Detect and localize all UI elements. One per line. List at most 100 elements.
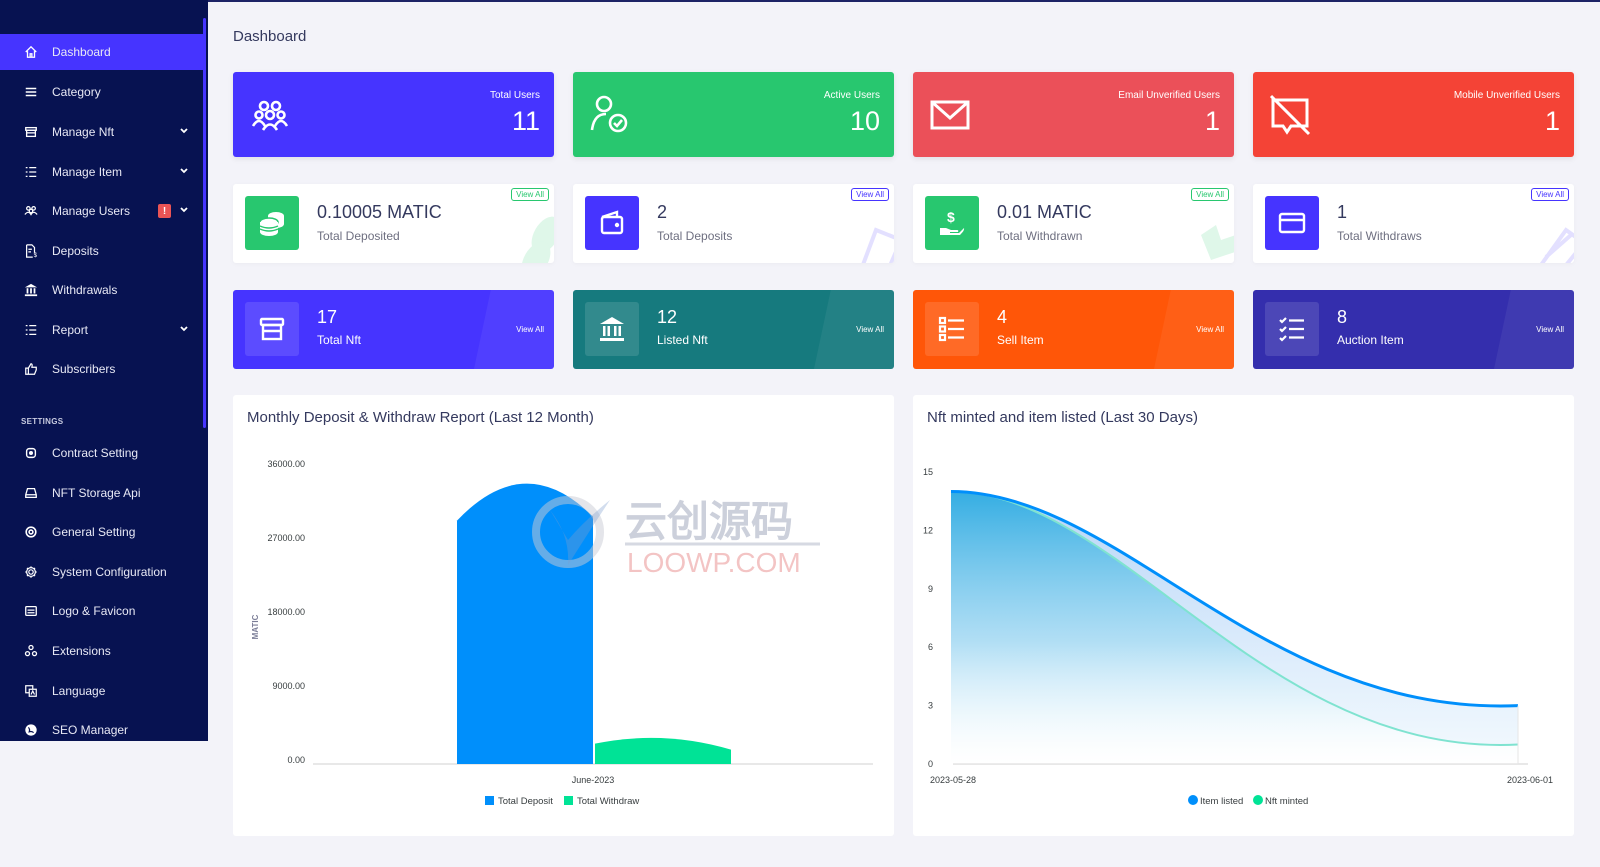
stat-card-total-withdrawn: $ 0.01 MATIC Total Withdrawn View All <box>913 184 1234 263</box>
stat-label: Listed Nft <box>657 333 708 347</box>
stat-label: Total Deposits <box>657 229 733 243</box>
sidebar-item-label: Dashboard <box>52 45 111 59</box>
legend-label[interactable]: Total Withdraw <box>577 796 639 807</box>
svg-text:$: $ <box>34 252 38 258</box>
stat-value: 1 <box>1204 106 1220 136</box>
stat-card-mobile-unverified-users[interactable]: Mobile Unverified Users 1 <box>1253 72 1574 157</box>
y-tick-label: 3 <box>928 701 933 711</box>
x-tick-label: June-2023 <box>572 775 615 785</box>
sidebar-item-label: Contract Setting <box>52 446 139 460</box>
bar-total-deposit[interactable] <box>457 483 593 764</box>
coins-icon <box>245 196 299 250</box>
view-all-button[interactable]: View All <box>851 188 889 201</box>
x-tick-label: 2023-05-28 <box>930 775 976 785</box>
stat-card-total-users[interactable]: Total Users 11 <box>233 72 554 157</box>
svg-text:$: $ <box>947 209 955 225</box>
view-all-button[interactable]: View All <box>1531 188 1569 201</box>
stat-label: Total Nft <box>317 333 362 347</box>
stat-value: 12 <box>657 307 678 327</box>
chevron-down-icon[interactable] <box>179 205 189 215</box>
thumbs-up-icon <box>22 360 40 378</box>
view-all-link[interactable]: View All <box>516 325 544 334</box>
store-icon <box>245 302 299 356</box>
sidebar-item-report[interactable]: Report <box>0 312 205 348</box>
sidebar-item-dashboard[interactable]: Dashboard <box>0 34 205 70</box>
stat-label: Total Withdraws <box>1337 229 1422 243</box>
sidebar-item-manage-nft[interactable]: Manage Nft <box>0 114 205 150</box>
sidebar-item-logo-favicon[interactable]: Logo & Favicon <box>0 593 205 629</box>
sidebar-item-manage-users[interactable]: Manage Users ! <box>0 193 205 229</box>
gear-icon <box>22 563 40 581</box>
user-check-icon <box>590 95 628 133</box>
bar-total-withdraw[interactable] <box>595 737 731 764</box>
life-ring-icon <box>22 523 40 541</box>
globe-icon <box>22 721 40 739</box>
stat-card-total-withdraws: 1 Total Withdraws View All <box>1253 184 1574 263</box>
sidebar-item-deposits[interactable]: $ Deposits <box>0 233 205 269</box>
sidebar-item-label: Report <box>52 323 89 337</box>
sidebar-item-general-setting[interactable]: General Setting <box>0 514 205 550</box>
legend-marker-nft-minted <box>1253 795 1263 805</box>
sidebar-item-label: System Configuration <box>52 565 167 579</box>
sidebar-item-withdrawals[interactable]: Withdrawals <box>0 272 205 308</box>
stat-label: Sell Item <box>997 333 1044 347</box>
legend-label[interactable]: Total Deposit <box>498 796 553 807</box>
menu-icon <box>22 83 40 101</box>
stat-card-sell-item: 4 Sell Item View All <box>913 290 1234 369</box>
sidebar-item-extensions[interactable]: Extensions <box>0 633 205 669</box>
stat-label: Auction Item <box>1337 333 1404 347</box>
stat-card-total-deposits: 2 Total Deposits View All <box>573 184 894 263</box>
chevron-down-icon[interactable] <box>179 126 189 136</box>
list-icon <box>22 321 40 339</box>
hdd-icon <box>22 484 40 502</box>
sidebar-item-label: Extensions <box>52 644 111 658</box>
view-all-link[interactable]: View All <box>1196 325 1224 334</box>
stat-card-auction-item: 8 Auction Item View All <box>1253 290 1574 369</box>
legend-marker-item-listed <box>1188 795 1198 805</box>
sidebar-item-subscribers[interactable]: Subscribers <box>0 351 205 387</box>
chevron-down-icon[interactable] <box>179 166 189 176</box>
list-icon <box>22 163 40 181</box>
sidebar-item-label: Manage Users <box>52 204 131 218</box>
view-all-link[interactable]: View All <box>1536 325 1564 334</box>
list-icon <box>925 302 979 356</box>
stat-value: 0.10005 MATIC <box>317 202 442 222</box>
sidebar-item-category[interactable]: Category <box>0 74 205 110</box>
stat-card-email-unverified-users[interactable]: Email Unverified Users 1 <box>913 72 1234 157</box>
view-all-link[interactable]: View All <box>856 325 884 334</box>
stat-value: 8 <box>1337 307 1348 327</box>
stat-card-total-deposited: 0.10005 MATIC Total Deposited View All <box>233 184 554 263</box>
stat-card-active-users[interactable]: Active Users 10 <box>573 72 894 157</box>
legend-label[interactable]: Nft minted <box>1265 796 1308 807</box>
stat-label: Total Withdrawn <box>997 229 1083 243</box>
view-all-button[interactable]: View All <box>511 188 549 201</box>
legend-marker-total-withdraw <box>564 796 573 805</box>
wallet-icon <box>585 196 639 250</box>
stat-label: Active Users <box>823 90 880 101</box>
wallet-icon <box>861 227 894 263</box>
sidebar-item-nft-storage-api[interactable]: NFT Storage Api <box>0 475 205 511</box>
y-tick-label: 9 <box>928 584 933 594</box>
legend-label[interactable]: Item listed <box>1200 796 1243 807</box>
sidebar-item-language[interactable]: Language <box>0 673 205 709</box>
chevron-down-icon[interactable] <box>179 324 189 334</box>
y-tick-label: 6 <box>928 642 933 652</box>
sidebar-item-system-configuration[interactable]: System Configuration <box>0 554 205 590</box>
coins-icon <box>521 216 554 263</box>
deposit-withdraw-chart-panel: Monthly Deposit & Withdraw Report (Last … <box>233 395 894 836</box>
view-all-button[interactable]: View All <box>1191 188 1229 201</box>
sidebar-item-seo-manager[interactable]: SEO Manager <box>0 712 205 741</box>
stat-value: 11 <box>511 106 540 136</box>
nft-minted-chart-panel: Nft minted and item listed (Last 30 Days… <box>913 395 1574 836</box>
top-border <box>208 0 1600 2</box>
comment-slash-icon <box>1269 94 1311 136</box>
checklist-icon <box>1265 302 1319 356</box>
sidebar: Dashboard Category Manage Nft Manage Ite… <box>0 0 208 741</box>
stat-card-listed-nft: 12 Listed Nft View All <box>573 290 894 369</box>
sidebar-item-manage-item[interactable]: Manage Item <box>0 154 205 190</box>
sidebar-item-label: Logo & Favicon <box>52 604 136 618</box>
sidebar-item-contract-setting[interactable]: Contract Setting <box>0 435 205 471</box>
sidebar-item-label: Language <box>52 684 106 698</box>
sidebar-item-label: NFT Storage Api <box>52 486 141 500</box>
y-axis-label: MATIC <box>251 614 260 639</box>
